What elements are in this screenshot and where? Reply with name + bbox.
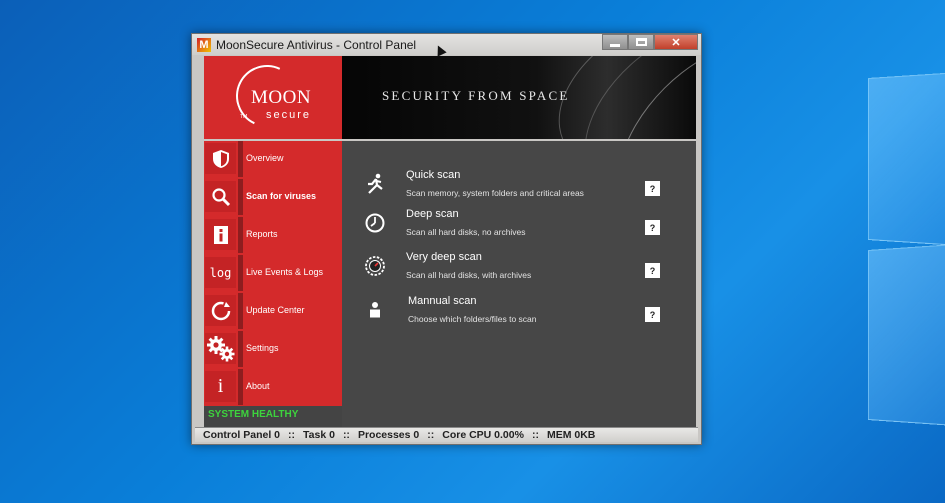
- help-button[interactable]: ?: [645, 307, 660, 322]
- client-area: MOON secure TM SECURITY FROM SPACE Overv…: [197, 55, 696, 429]
- sidebar-item-label: Live Events & Logs: [246, 267, 324, 277]
- close-button[interactable]: ✕: [654, 34, 698, 50]
- sidebar-separator: [238, 179, 243, 215]
- status-control-panel: Control Panel 0: [203, 429, 281, 441]
- sidebar-nav: Overview Scan for viruses Reports log Li…: [204, 141, 342, 406]
- moonsecure-logo: MOON secure TM: [204, 56, 342, 139]
- runner-icon: [364, 173, 386, 195]
- status-processes: Processes 0: [357, 429, 420, 441]
- status-separator: ::: [342, 429, 350, 441]
- shield-icon: [205, 143, 236, 174]
- status-bar: Control Panel 0 :: Task 0 :: Processes 0…: [195, 427, 698, 442]
- sidebar-item-live-events-logs[interactable]: log Live Events & Logs: [204, 255, 342, 291]
- status-mem: MEM 0KB: [546, 429, 596, 441]
- gear-icon: [205, 333, 236, 364]
- desktop-logo-pane-top: [868, 71, 945, 247]
- help-button[interactable]: ?: [645, 181, 660, 196]
- minimize-button[interactable]: [602, 34, 628, 50]
- close-icon: ✕: [671, 36, 681, 49]
- sidebar-item-label: Scan for viruses: [246, 191, 317, 201]
- scan-panel: Quick scan Scan memory, system folders a…: [342, 141, 696, 427]
- logo-secure-text: secure: [266, 109, 312, 121]
- status-separator: ::: [531, 429, 539, 441]
- header-banner: SECURITY FROM SPACE: [342, 56, 696, 139]
- sidebar-separator: [238, 331, 243, 367]
- app-window: M MoonSecure Antivirus - Control Panel ✕…: [191, 33, 702, 445]
- scan-title: Deep scan: [406, 208, 459, 220]
- status-task: Task 0: [303, 429, 335, 441]
- window-controls: ✕: [602, 34, 698, 50]
- scan-option-deep[interactable]: Deep scan Scan all hard disks, no archiv…: [342, 208, 696, 248]
- sidebar-separator: [238, 217, 243, 253]
- report-icon: [205, 219, 236, 250]
- log-icon: log: [205, 257, 236, 288]
- app-icon: M: [197, 37, 211, 52]
- sidebar-item-label: Overview: [246, 153, 284, 163]
- sidebar-separator: [238, 369, 243, 405]
- person-icon: [364, 299, 386, 321]
- stopwatch-icon: [364, 212, 386, 234]
- scan-description: Scan all hard disks, no archives: [406, 227, 526, 237]
- desktop-logo-pane-bottom: [868, 243, 945, 427]
- sidebar-item-reports[interactable]: Reports: [204, 217, 342, 253]
- sidebar-separator: [238, 293, 243, 329]
- system-status-text: SYSTEM HEALTHY: [208, 409, 299, 420]
- window-title: MoonSecure Antivirus - Control Panel: [216, 37, 417, 52]
- logo-moon-text: MOON: [251, 87, 312, 108]
- dial-icon: [364, 255, 386, 277]
- maximize-button[interactable]: [628, 34, 654, 50]
- sidebar-item-label: Settings: [246, 343, 279, 353]
- sidebar-item-update-center[interactable]: Update Center: [204, 293, 342, 329]
- scan-title: Very deep scan: [406, 251, 482, 263]
- status-separator: ::: [427, 429, 435, 441]
- scan-option-manual[interactable]: Mannual scan Choose which folders/files …: [342, 295, 696, 335]
- scan-title: Mannual scan: [408, 295, 477, 307]
- scan-option-quick[interactable]: Quick scan Scan memory, system folders a…: [342, 169, 696, 209]
- scan-description: Scan all hard disks, with archives: [406, 270, 532, 280]
- scan-title: Quick scan: [406, 169, 461, 181]
- logo-tm: TM: [240, 114, 248, 120]
- info-icon: i: [205, 371, 236, 402]
- search-icon: [205, 181, 236, 212]
- sidebar-item-overview[interactable]: Overview: [204, 141, 342, 177]
- log-glyph: log: [209, 265, 232, 280]
- scan-description: Choose which folders/files to scan: [408, 314, 537, 324]
- scan-description: Scan memory, system folders and critical…: [406, 188, 584, 198]
- sidebar-item-label: Update Center: [246, 305, 305, 315]
- status-separator: ::: [288, 429, 296, 441]
- sidebar-separator: [238, 255, 243, 291]
- sidebar-item-scan-for-viruses[interactable]: Scan for viruses: [204, 179, 342, 215]
- info-glyph: i: [217, 375, 224, 397]
- system-status-strip: SYSTEM HEALTHY: [204, 406, 342, 427]
- minimize-icon: [610, 43, 620, 47]
- sidebar-item-label: Reports: [246, 229, 278, 239]
- help-button[interactable]: ?: [645, 263, 660, 278]
- banner-tagline: SECURITY FROM SPACE: [382, 88, 570, 103]
- sidebar-separator: [238, 141, 243, 177]
- maximize-icon: [635, 38, 647, 46]
- status-core-cpu: Core CPU 0.00%: [442, 429, 524, 441]
- refresh-icon: [205, 295, 236, 326]
- help-button[interactable]: ?: [645, 220, 660, 235]
- sidebar-item-settings[interactable]: Settings: [204, 331, 342, 367]
- sidebar-item-label: About: [246, 381, 270, 391]
- scan-option-very-deep[interactable]: Very deep scan Scan all hard disks, with…: [342, 251, 696, 291]
- sidebar-item-about[interactable]: i About: [204, 369, 342, 405]
